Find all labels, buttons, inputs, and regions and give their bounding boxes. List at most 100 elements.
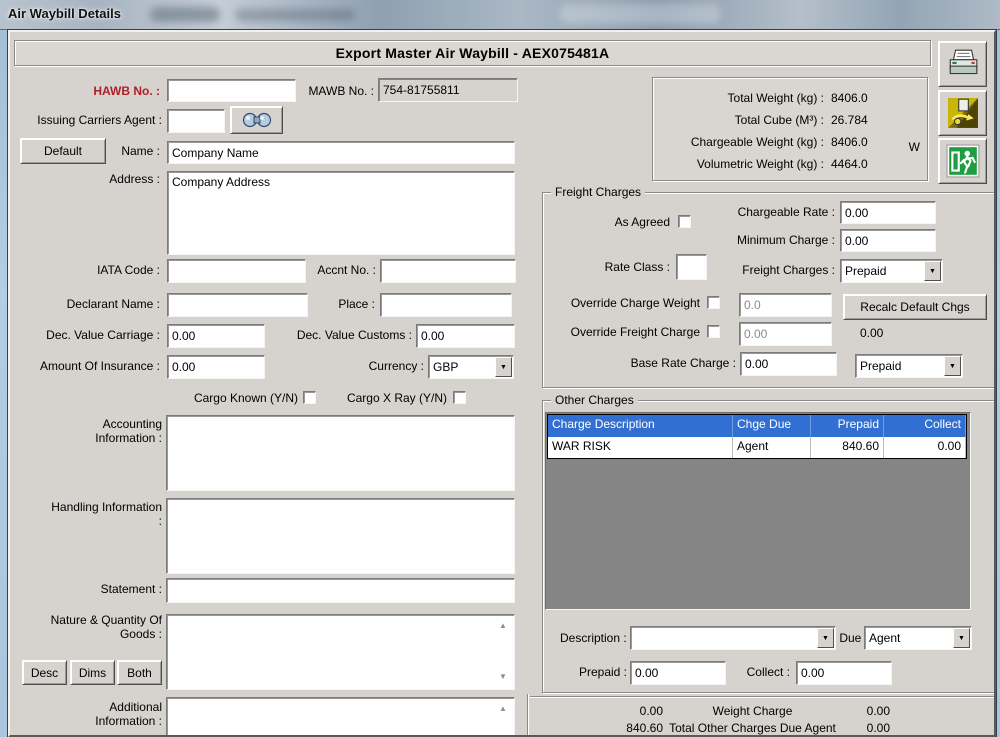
both-button[interactable]: Both (117, 660, 162, 685)
other-charges-total-label: Total Other Charges Due Agent (669, 721, 836, 735)
override-freight-charge-input (739, 322, 832, 346)
page-title: Export Master Air Waybill - AEX075481A (335, 45, 610, 61)
mawb-label: MAWB No. : (308, 84, 374, 98)
freight-charges-mode-label: Freight Charges : (742, 263, 835, 277)
description-select[interactable]: ▼ (630, 626, 836, 650)
minimum-charge-input[interactable] (840, 229, 936, 252)
scroll-up-icon[interactable]: ▲ (499, 705, 507, 713)
exit-icon (946, 144, 979, 178)
weight-flag: W (908, 140, 920, 154)
name-input[interactable] (167, 141, 515, 164)
rate-class-label: Rate Class : (604, 260, 670, 274)
additional-info-textarea[interactable] (166, 697, 515, 735)
hawb-label: HAWB No. : (93, 84, 160, 98)
iata-code-label: IATA Code : (97, 263, 160, 277)
form-header-panel: Export Master Air Waybill - AEX075481A (14, 40, 931, 66)
window-title: Air Waybill Details (8, 6, 121, 21)
issuing-agent-input[interactable] (167, 109, 225, 133)
iata-code-input[interactable] (167, 259, 306, 283)
desc-button[interactable]: Desc (22, 660, 67, 685)
dec-value-customs-input[interactable] (416, 324, 515, 348)
total-weight-value: 8406.0 (831, 91, 868, 105)
as-agreed-checkbox[interactable] (678, 215, 691, 228)
accounting-info-textarea[interactable] (166, 415, 515, 491)
weight-summary-panel: Total Weight (kg) : 8406.0 Total Cube (M³… (652, 77, 928, 181)
scroll-down-icon[interactable]: ▼ (499, 673, 507, 681)
other-charges-prepaid-total: 840.60 (626, 721, 663, 735)
chargeable-rate-input[interactable] (840, 201, 936, 224)
oc-collect-input[interactable] (796, 661, 892, 685)
chevron-down-icon[interactable]: ▼ (817, 628, 834, 648)
dims-button[interactable]: Dims (70, 660, 115, 685)
titlebar-blur-artifact (560, 4, 720, 24)
oc-prepaid-input[interactable] (630, 661, 726, 685)
chevron-down-icon[interactable]: ▼ (953, 628, 970, 648)
accounting-info-label: Accounting Information : (95, 417, 162, 445)
override-freight-charge-checkbox[interactable] (707, 325, 720, 338)
as-agreed-label: As Agreed (614, 215, 670, 229)
issuing-agent-label: Issuing Carriers Agent : (37, 113, 162, 127)
dec-value-carriage-input[interactable] (167, 324, 265, 348)
hawb-input[interactable] (167, 79, 296, 102)
insurance-input[interactable] (167, 355, 265, 379)
dec-value-customs-label: Dec. Value Customs : (296, 328, 412, 342)
additional-info-label: Additional Information : (95, 700, 162, 728)
freight-charges-group-title: Freight Charges (551, 185, 646, 199)
override-charge-weight-checkbox[interactable] (707, 296, 720, 309)
scroll-up-icon[interactable]: ▲ (499, 622, 507, 630)
statement-input[interactable] (166, 578, 515, 603)
due-select[interactable]: Agent ▼ (864, 626, 972, 650)
handling-info-textarea[interactable] (166, 498, 515, 574)
base-rate-charge-input[interactable] (740, 352, 837, 376)
place-input[interactable] (380, 293, 512, 317)
base-rate-mode-select[interactable]: Prepaid ▼ (855, 354, 963, 378)
chevron-down-icon[interactable]: ▼ (495, 357, 512, 377)
vertical-divider (527, 694, 529, 735)
other-charges-grid: Charge Description Chge Due Prepaid Coll… (545, 412, 971, 610)
base-rate-charge-label: Base Rate Charge : (630, 356, 736, 370)
declarant-name-input[interactable] (167, 293, 308, 317)
rate-class-input[interactable] (676, 254, 707, 280)
cargo-xray-checkbox[interactable] (453, 391, 466, 404)
handling-info-label: Handling Information : (51, 500, 162, 528)
address-textarea[interactable]: Company Address (167, 171, 515, 255)
name-label: Name : (121, 144, 160, 158)
cargo-known-checkbox[interactable] (303, 391, 316, 404)
goods-textarea[interactable] (166, 614, 515, 690)
chevron-down-icon[interactable]: ▼ (944, 356, 961, 376)
currency-select[interactable]: GBP ▼ (428, 355, 514, 379)
col-prepaid: Prepaid (811, 415, 884, 437)
override-charge-weight-label: Override Charge Weight (570, 296, 700, 310)
other-charges-group-title: Other Charges (551, 393, 638, 407)
save-icon (947, 98, 978, 128)
agent-lookup-button[interactable] (230, 106, 283, 134)
insurance-label: Amount Of Insurance : (39, 359, 160, 373)
chargeable-weight-label: Chargeable Weight (kg) : (690, 135, 824, 149)
dec-value-carriage-label: Dec. Value Carriage : (46, 328, 160, 342)
currency-label: Currency : (368, 359, 424, 373)
accnt-no-input[interactable] (380, 259, 516, 283)
titlebar-blur-artifact (150, 7, 220, 22)
printer-icon (949, 49, 977, 75)
freight-charges-mode-select[interactable]: Prepaid ▼ (840, 259, 943, 283)
override-charge-weight-input (739, 293, 832, 317)
accnt-no-label: Accnt No. : (317, 263, 376, 277)
window-titlebar[interactable]: Air Waybill Details (0, 0, 1000, 30)
save-button[interactable] (938, 90, 987, 136)
print-button[interactable] (938, 41, 987, 87)
chevron-down-icon[interactable]: ▼ (924, 261, 941, 281)
weight-charge-collect-total: 0.00 (866, 704, 890, 718)
other-charges-collect-total: 0.00 (866, 721, 890, 735)
table-header-row: Charge Description Chge Due Prepaid Coll… (548, 415, 966, 437)
table-row[interactable]: WAR RISK Agent 840.60 0.00 (548, 437, 966, 458)
cargo-known-label: Cargo Known (Y/N) (193, 391, 298, 405)
minimum-charge-label: Minimum Charge : (736, 233, 835, 247)
recalc-default-charges-button[interactable]: Recalc Default Chgs (843, 294, 987, 320)
col-collect: Collect (884, 415, 966, 437)
exit-button[interactable] (938, 138, 987, 184)
chargeable-rate-label: Chargeable Rate : (737, 205, 835, 219)
description-label: Description : (560, 631, 627, 645)
place-label: Place : (338, 297, 375, 311)
oc-prepaid-label: Prepaid : (578, 665, 627, 679)
recalc-result-value: 0.00 (860, 326, 884, 340)
